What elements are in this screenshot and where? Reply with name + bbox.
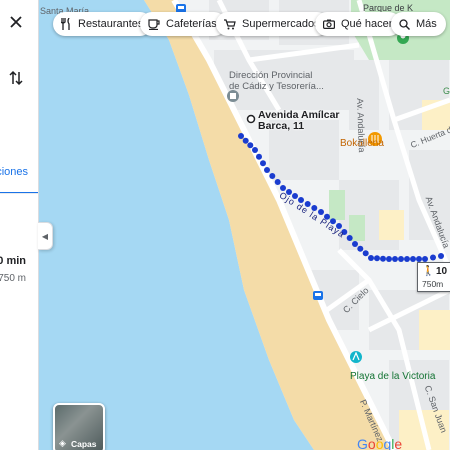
chip-que-hacer[interactable]: Qué hacer: [315, 12, 402, 36]
close-button[interactable]: [4, 10, 28, 34]
map-label: Gi: [443, 86, 450, 96]
route-dot: [260, 160, 266, 167]
fork-knife-icon: [61, 18, 72, 30]
maps-app: ciones 0 min 750 m ◀: [0, 0, 450, 450]
destination-marker[interactable]: [246, 114, 256, 124]
route-dot: [430, 254, 436, 261]
route-dot: [346, 235, 353, 241]
poi-label-line: Dirección Provincial: [229, 70, 313, 81]
chip-label: Supermercados: [242, 18, 320, 30]
google-logo: Google: [357, 436, 403, 450]
route-dot: [374, 255, 380, 262]
route-dot: [410, 256, 416, 262]
chip-label: Qué hacer: [341, 18, 393, 30]
walk-distance: 750m: [422, 279, 444, 289]
camera-icon: [323, 19, 335, 29]
chevron-left-icon: ◀: [41, 231, 49, 241]
walk-time: 10 m: [436, 266, 450, 277]
street-label: Av. Andalucía: [355, 98, 367, 153]
chip-cafeterias[interactable]: Cafeterías: [140, 12, 226, 36]
divider: [0, 193, 38, 194]
directions-panel: ciones 0 min 750 m: [0, 0, 39, 450]
route-time: 0 min: [0, 255, 26, 267]
route-dot: [242, 137, 249, 144]
layers-icon: ◈: [59, 438, 66, 448]
tab-opciones-label: ciones: [0, 166, 28, 178]
shopping-cart-icon: [224, 18, 236, 30]
poi-label-playa[interactable]: Playa de la Victoria: [350, 371, 435, 382]
route-dot: [398, 256, 404, 262]
swap-directions-button[interactable]: [4, 66, 28, 90]
layers-button[interactable]: ◈ Capas: [53, 403, 105, 450]
route-dot: [264, 167, 270, 173]
swap-icon: [9, 70, 23, 86]
route-dot: [269, 173, 276, 179]
map-canvas[interactable]: Santa María Parque de K Gi Dirección Pro…: [39, 0, 450, 450]
transit-stop-icon[interactable]: [313, 291, 323, 300]
route-dot: [438, 253, 444, 259]
destination-line: Barca, 11: [258, 120, 305, 132]
beach-pin-icon[interactable]: [350, 351, 362, 363]
chip-label: Más: [416, 18, 437, 30]
route-dot: [238, 133, 244, 139]
collapse-panel-button[interactable]: ◀: [38, 222, 53, 250]
search-icon: [399, 18, 410, 30]
poi-label-direccion[interactable]: Dirección Provincial de Cádiz y Tesorerí…: [229, 70, 324, 92]
route-distance: 750 m: [0, 273, 26, 284]
chip-supermercados[interactable]: Supermercados: [216, 12, 329, 36]
poi-label-line: de Cádiz y Tesorería...: [229, 81, 324, 92]
close-icon: [10, 16, 22, 28]
walking-person-icon: 🚶: [422, 266, 435, 277]
route-dot: [362, 250, 369, 257]
coffee-cup-icon: [148, 18, 160, 30]
chip-mas[interactable]: Más: [391, 12, 446, 36]
route-dot: [274, 179, 281, 185]
route-dot: [386, 256, 392, 262]
chip-label: Restaurantes: [78, 18, 144, 30]
map-graphics: [39, 0, 450, 450]
tab-opciones[interactable]: ciones: [0, 150, 38, 194]
route-dot: [352, 241, 358, 247]
destination-label[interactable]: Avenida Amílcar Barca, 11: [258, 110, 340, 132]
route-dot: [357, 245, 364, 252]
green-area: [329, 190, 345, 220]
route-dot: [368, 255, 374, 261]
route-dot: [256, 153, 262, 160]
route-dot: [380, 255, 386, 262]
chip-restaurantes[interactable]: Restaurantes: [53, 12, 153, 36]
walking-time-badge[interactable]: 🚶 10 m 750m: [417, 262, 450, 292]
route-dot: [392, 256, 398, 262]
route-dot: [404, 256, 410, 262]
route-dot: [247, 142, 254, 149]
layers-label: Capas: [71, 439, 97, 449]
route-dot: [252, 147, 258, 153]
chip-label: Cafeterías: [166, 18, 217, 30]
